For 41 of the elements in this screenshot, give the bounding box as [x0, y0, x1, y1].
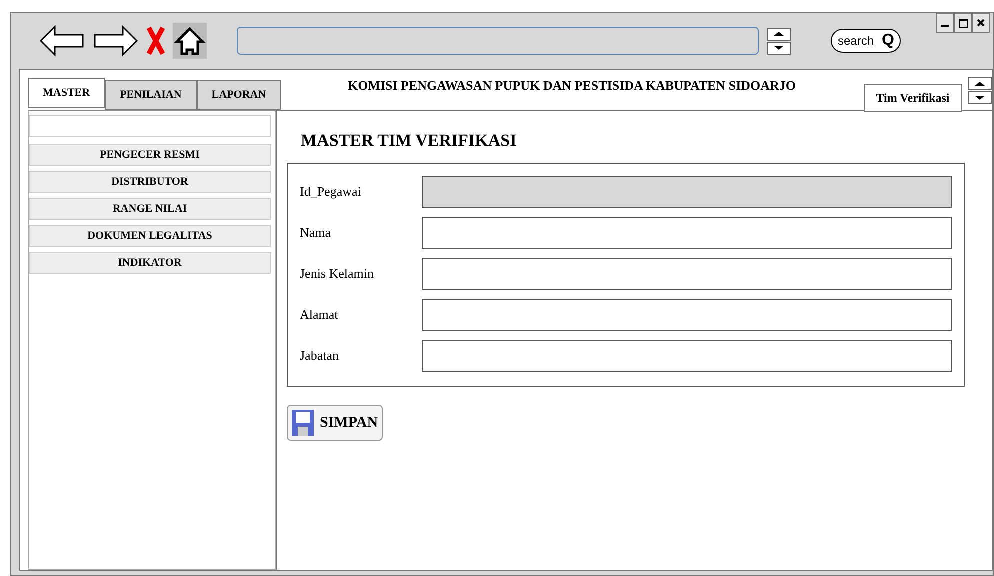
- scroll-up-button[interactable]: [767, 28, 791, 40]
- maximize-icon: [958, 18, 968, 28]
- down-caret-icon: [974, 94, 986, 100]
- search-button[interactable]: search Q: [831, 29, 902, 53]
- address-field[interactable]: [237, 27, 759, 55]
- close-icon: [977, 19, 985, 27]
- forward-arrow-icon[interactable]: [93, 25, 139, 57]
- field-label: Nama: [300, 225, 332, 241]
- close-button[interactable]: [972, 13, 990, 33]
- scroll-down-button[interactable]: [767, 42, 791, 54]
- sidebar-field[interactable]: [29, 115, 271, 137]
- dropdown[interactable]: Tim Verifikasi: [864, 84, 962, 112]
- tab[interactable]: PENILAIAN: [105, 80, 197, 110]
- input-field[interactable]: [422, 299, 952, 331]
- input-field[interactable]: [422, 340, 952, 372]
- close-icon[interactable]: [147, 26, 165, 56]
- tab[interactable]: LAPORAN: [196, 80, 282, 110]
- back-arrow-icon[interactable]: [39, 25, 85, 57]
- up-caret-icon: [773, 31, 785, 37]
- sidebar-item[interactable]: INDIKATOR: [29, 252, 271, 274]
- sidebar-item[interactable]: DOKUMEN LEGALITAS: [29, 225, 271, 247]
- up-caret-icon: [974, 80, 986, 86]
- maximize-button[interactable]: [954, 13, 972, 33]
- sidebar-item[interactable]: PENGECER RESMI: [29, 144, 271, 166]
- input-field[interactable]: [422, 217, 952, 249]
- field-label: Jenis Kelamin: [300, 266, 376, 282]
- home-icon[interactable]: [173, 23, 207, 59]
- sidebar-item[interactable]: DISTRIBUTOR: [29, 171, 271, 193]
- form-title: MASTER TIM VERIFIKASI: [301, 131, 517, 151]
- spinner-up-button[interactable]: [968, 77, 992, 90]
- field-label: Id_Pegawai: [300, 184, 362, 200]
- save-button[interactable]: SIMPAN: [287, 405, 384, 441]
- sidebar-item[interactable]: RANGE NILAI: [29, 198, 271, 220]
- field-label: Jabatan: [300, 348, 340, 364]
- header-title: KOMISI PENGAWASAN PUPUK DAN PESTISIDA KABUPATEN SIDOARJO: [346, 78, 798, 94]
- field-label: Alamat: [300, 307, 340, 323]
- spinner-down-button[interactable]: [968, 91, 992, 104]
- tab[interactable]: MASTER: [28, 78, 106, 108]
- minimize-button[interactable]: [936, 13, 954, 33]
- down-caret-icon: [773, 45, 785, 51]
- input-field[interactable]: [422, 258, 952, 290]
